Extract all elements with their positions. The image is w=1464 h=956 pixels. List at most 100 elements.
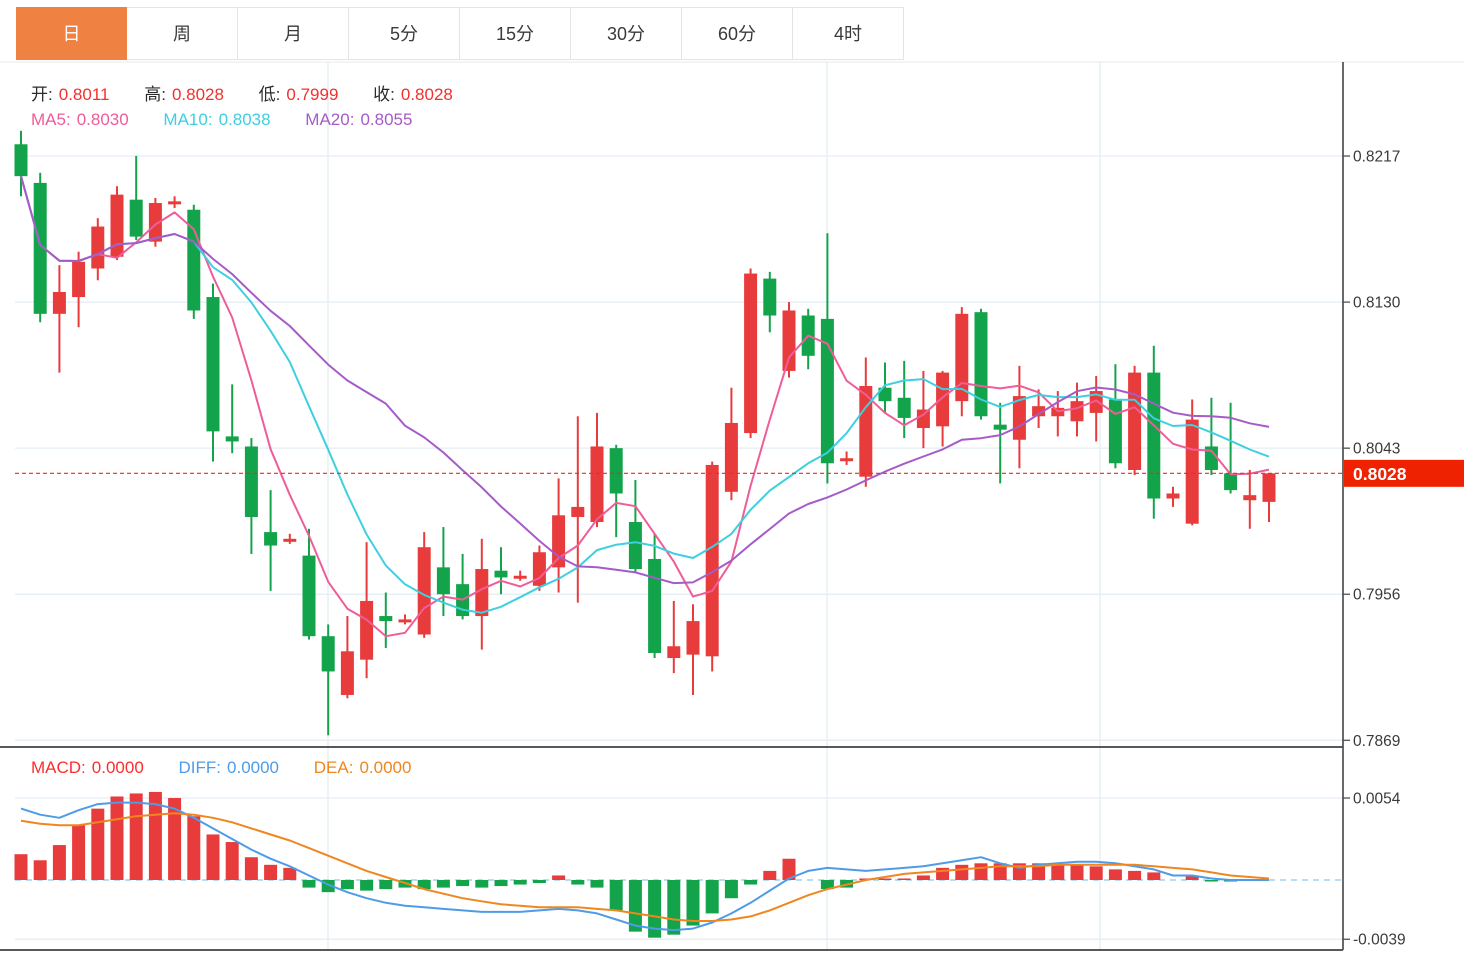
candle-body[interactable] [667,646,680,658]
macd-bar [437,880,450,888]
macd-bar [187,816,200,880]
candle-body[interactable] [1224,473,1237,490]
candle-body[interactable] [91,227,104,269]
candle-body[interactable] [994,425,1007,430]
candle-wick [673,601,675,673]
candle-body[interactable] [571,507,584,517]
candle-body[interactable] [1109,399,1122,463]
candle-body[interactable] [53,292,66,314]
candle-body[interactable] [1147,373,1160,499]
dea-label: DEA: [314,758,354,777]
candle-wick [999,403,1001,484]
candle-body[interactable] [840,458,853,461]
macd-bar [591,880,604,888]
macd-bar [514,880,527,885]
candle-body[interactable] [514,576,527,579]
low-label: 低: [259,85,281,104]
macd-bar [533,880,546,883]
macd-bar [475,880,488,888]
candle-body[interactable] [399,619,412,622]
kline-chart-canvas[interactable]: 0.82170.81300.80430.79560.78690.0054-0.0… [0,0,1464,956]
candle-body[interactable] [936,373,949,427]
macd-bar [975,863,988,880]
candle-body[interactable] [1071,401,1084,421]
candle-body[interactable] [341,651,354,695]
tab-60min[interactable]: 60分 [682,7,793,60]
candle-body[interactable] [821,319,834,463]
macd-bar [360,880,373,891]
macd-bar [34,860,47,880]
macd-bar [226,842,239,880]
tab-5min[interactable]: 5分 [349,7,460,60]
macd-bar [1071,865,1084,880]
candle-wick [231,384,233,453]
candle-body[interactable] [783,310,796,370]
candles-layer [15,131,1276,735]
candle-body[interactable] [1167,493,1180,498]
tab-4hour[interactable]: 4时 [793,7,904,60]
open-value: 0.8011 [59,85,110,104]
candle-body[interactable] [322,636,335,671]
candle-body[interactable] [591,446,604,522]
macd-bar [53,845,66,880]
candle-body[interactable] [495,571,508,578]
tab-30min[interactable]: 30分 [571,7,682,60]
candle-body[interactable] [1263,473,1276,502]
candle-body[interactable] [706,465,719,656]
macd-bar [91,809,104,880]
macd-bar [1147,872,1160,880]
candle-body[interactable] [744,274,757,433]
macd-bar [955,865,968,880]
candle-body[interactable] [15,144,28,176]
candle-body[interactable] [1128,373,1141,470]
candle-body[interactable] [72,262,85,297]
tab-month[interactable]: 月 [238,7,349,60]
ma10-label: MA10: [163,110,212,129]
macd-bar [283,868,296,880]
macd-label: MACD: [31,758,86,777]
candle-body[interactable] [763,279,776,316]
tab-week[interactable]: 周 [127,7,238,60]
candle-body[interactable] [610,448,623,493]
candle-body[interactable] [648,559,661,653]
candle-body[interactable] [629,522,642,569]
candle-body[interactable] [437,567,450,594]
candle-body[interactable] [226,436,239,441]
ma-readout: MA5:0.8030 MA10:0.8038 MA20:0.8055 [31,110,418,130]
tab-15min[interactable]: 15分 [460,7,571,60]
candle-body[interactable] [898,398,911,418]
macd-bar [1205,880,1218,882]
diff-value: 0.0000 [227,758,279,777]
macd-readout: MACD:0.0000 DIFF:0.0000 DEA:0.0000 [31,758,417,778]
candle-body[interactable] [1243,495,1256,500]
ma5-label: MA5: [31,110,71,129]
candle-body[interactable] [917,410,930,428]
close-label: 收: [373,85,395,104]
ma5-value: 0.8030 [77,110,129,129]
candle-body[interactable] [725,423,738,492]
candle-body[interactable] [418,547,431,634]
price-tick-label: 0.8217 [1353,149,1400,166]
macd-bar [264,865,277,880]
tab-day[interactable]: 日 [16,7,127,60]
candle-body[interactable] [207,297,220,431]
macd-bar [245,857,258,880]
candle-body[interactable] [283,539,296,542]
candle-body[interactable] [168,201,181,204]
macd-value: 0.0000 [92,758,144,777]
candle-body[interactable] [1186,420,1199,524]
candle-body[interactable] [245,446,258,517]
macd-bar [763,871,776,880]
candle-body[interactable] [130,200,143,237]
candle-body[interactable] [360,601,373,660]
macd-bar [111,796,124,880]
price-axis: 0.82170.81300.80430.79560.78690.0054-0.0… [1343,149,1406,949]
price-tick-label: 0.8043 [1353,441,1400,458]
candle-body[interactable] [264,532,277,545]
last-price-tag-value: 0.8028 [1353,464,1407,484]
candle-body[interactable] [687,621,700,655]
timeframe-tabbar: 日 周 月 5分 15分 30分 60分 4时 [16,7,904,60]
candle-body[interactable] [379,616,392,621]
high-value: 0.8028 [172,85,224,104]
candle-body[interactable] [303,556,316,637]
